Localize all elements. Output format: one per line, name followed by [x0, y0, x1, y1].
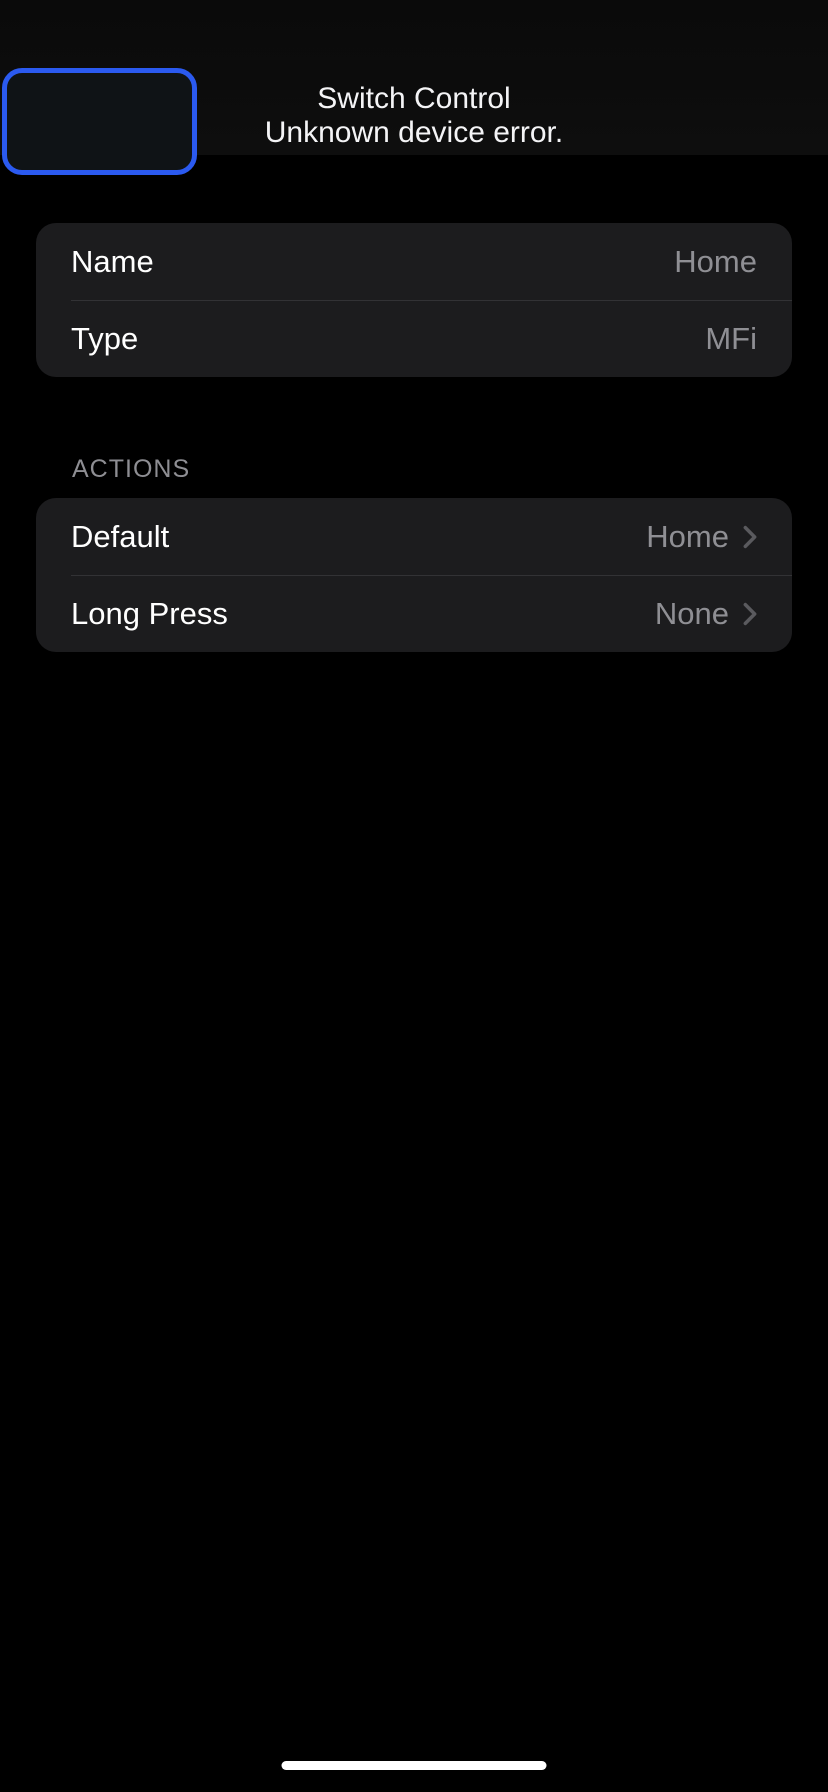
type-label: Type: [71, 321, 705, 357]
longpress-action-value: None: [655, 596, 729, 632]
switch-control-focus-cursor[interactable]: [2, 68, 197, 175]
row-longpress-action[interactable]: Long Press None: [36, 575, 792, 652]
chevron-right-icon: [743, 602, 757, 626]
default-action-value: Home: [646, 519, 729, 555]
name-value: Home: [674, 244, 757, 280]
row-name[interactable]: Name Home: [36, 223, 792, 300]
longpress-action-label: Long Press: [71, 596, 655, 632]
switch-control-banner: Switch Control Unknown device error.: [0, 0, 828, 155]
row-default-action[interactable]: Default Home: [36, 498, 792, 575]
chevron-right-icon: [743, 525, 757, 549]
actions-group: Default Home Long Press None: [36, 498, 792, 652]
home-indicator[interactable]: [282, 1761, 547, 1770]
row-type: Type MFi: [36, 300, 792, 377]
default-action-label: Default: [71, 519, 646, 555]
type-value: MFi: [705, 321, 757, 357]
actions-section-header: ACTIONS: [36, 455, 792, 498]
name-label: Name: [71, 244, 674, 280]
content-area: Name Home Type MFi ACTIONS Default Home …: [0, 155, 828, 652]
info-group: Name Home Type MFi: [36, 223, 792, 377]
